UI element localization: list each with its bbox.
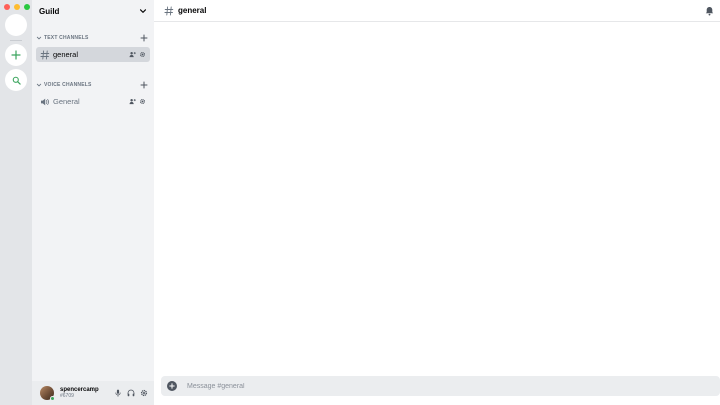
gear-icon[interactable] xyxy=(140,389,148,397)
category-text-channels[interactable]: TEXT CHANNELS xyxy=(32,33,154,43)
speaker-icon xyxy=(40,97,50,107)
hash-icon xyxy=(164,6,174,16)
user-discriminator: #6709 xyxy=(60,393,74,399)
add-attachment-icon[interactable] xyxy=(167,381,177,391)
user-panel: spencercamp #6709 xyxy=(32,381,154,405)
invite-member-icon[interactable] xyxy=(129,51,136,58)
hash-icon xyxy=(40,50,50,60)
guild-header[interactable]: Guild xyxy=(32,0,154,22)
create-channel-icon[interactable] xyxy=(140,34,148,42)
close-window-button[interactable] xyxy=(4,4,10,10)
avatar[interactable] xyxy=(40,386,55,401)
guild-name: Guild xyxy=(39,6,60,16)
channel-name: General xyxy=(53,97,80,106)
channel-title: general xyxy=(178,6,207,15)
gear-icon[interactable] xyxy=(139,51,146,58)
channel-header: general xyxy=(154,0,720,22)
message-input[interactable] xyxy=(187,382,714,390)
rail-divider xyxy=(10,40,22,41)
plus-icon xyxy=(11,50,21,60)
chevron-down-icon[interactable] xyxy=(139,7,147,15)
chevron-down-icon xyxy=(36,35,42,41)
headphones-icon[interactable] xyxy=(127,389,135,397)
user-info[interactable]: spencercamp #6709 xyxy=(60,387,114,399)
add-server-button[interactable] xyxy=(5,44,27,66)
channel-item-voice-general[interactable]: General xyxy=(36,94,150,109)
channel-sidebar: Guild TEXT CHANNELS general VOICE CHANNE… xyxy=(32,0,154,405)
microphone-icon[interactable] xyxy=(114,389,122,397)
window-controls xyxy=(4,4,30,10)
channel-item-general[interactable]: general xyxy=(36,47,150,62)
create-channel-icon[interactable] xyxy=(140,81,148,89)
bell-icon[interactable] xyxy=(704,6,714,16)
chevron-down-icon xyxy=(36,82,42,88)
online-status-icon xyxy=(50,396,55,401)
maximize-window-button[interactable] xyxy=(24,4,30,10)
minimize-window-button[interactable] xyxy=(14,4,20,10)
channel-name: general xyxy=(53,50,79,59)
search-icon xyxy=(12,76,21,85)
category-label: VOICE CHANNELS xyxy=(44,82,92,88)
message-composer xyxy=(161,376,720,396)
category-voice-channels[interactable]: VOICE CHANNELS xyxy=(32,80,154,90)
category-label: TEXT CHANNELS xyxy=(44,35,89,41)
gear-icon[interactable] xyxy=(139,98,146,105)
guild-rail xyxy=(0,0,32,405)
invite-member-icon[interactable] xyxy=(129,98,136,105)
explore-servers-button[interactable] xyxy=(5,69,27,91)
main-chat-area: general xyxy=(154,0,720,405)
guild-icon-button[interactable] xyxy=(5,14,27,36)
